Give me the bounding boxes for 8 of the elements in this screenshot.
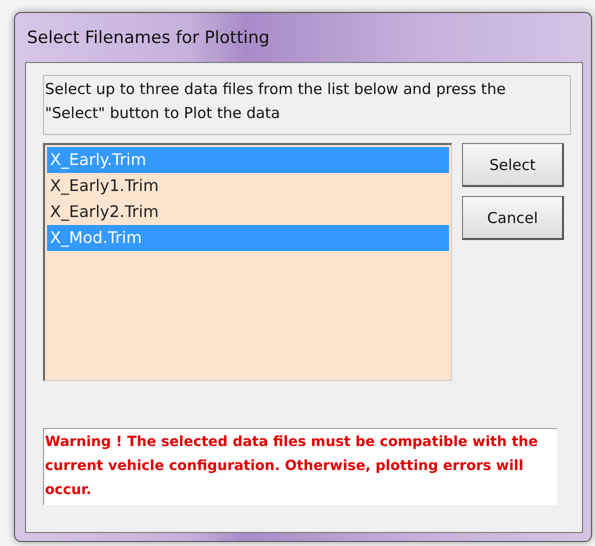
cancel-button[interactable]: Cancel	[462, 196, 564, 240]
file-item[interactable]: X_Early2.Trim	[47, 199, 449, 225]
file-list[interactable]: X_Early.Trim X_Early1.Trim X_Early2.Trim X_Mod.Trim	[43, 143, 452, 381]
file-item[interactable]: X_Early1.Trim	[47, 173, 449, 199]
instruction-text: Select up to three data files from the list below and press the "Select" button to Plot the data	[43, 75, 571, 135]
window-title: Select Filenames for Plotting	[27, 28, 270, 48]
warning-text: Warning ! The selected data files must be compatible with the current vehicle configuration. Otherwise, plotting errors will occur.	[43, 428, 557, 505]
select-button[interactable]: Select	[462, 143, 564, 187]
